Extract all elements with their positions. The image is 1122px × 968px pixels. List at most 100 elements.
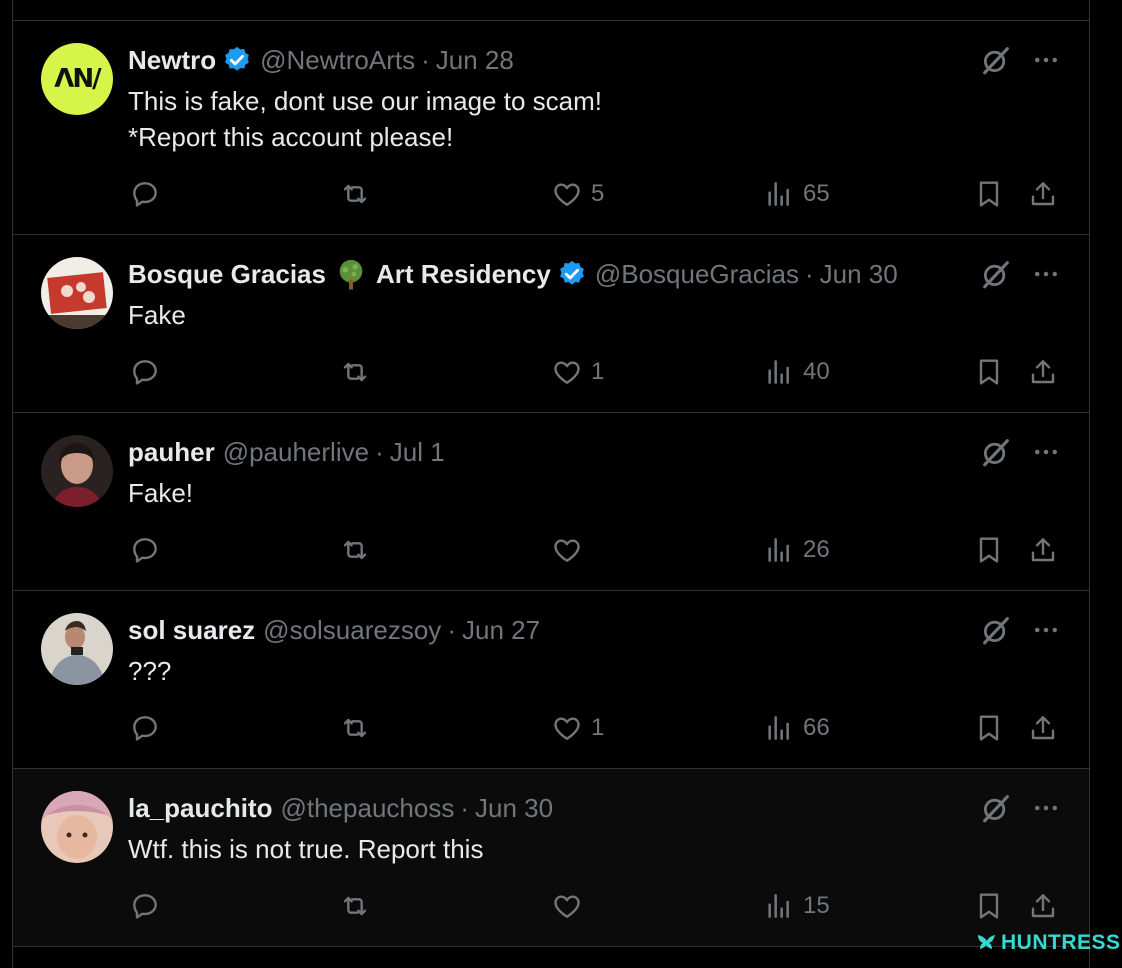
post-date[interactable]: Jun 27: [462, 615, 540, 646]
like-button[interactable]: [551, 533, 591, 567]
share-button[interactable]: [1027, 711, 1059, 745]
user-handle[interactable]: @BosqueGracias: [595, 259, 799, 290]
like-button[interactable]: 1: [551, 355, 604, 389]
view-count: 40: [803, 358, 830, 385]
bookmark-button[interactable]: [973, 177, 1005, 211]
more-icon[interactable]: [1031, 793, 1061, 823]
bookmark-icon: [973, 356, 1005, 388]
views-icon: [763, 890, 795, 922]
more-icon[interactable]: [1031, 437, 1061, 467]
heart-icon: [551, 178, 583, 210]
grok-icon[interactable]: [979, 435, 1013, 469]
views-icon: [763, 356, 795, 388]
repost-button[interactable]: [339, 533, 371, 567]
bookmark-icon: [973, 178, 1005, 210]
repost-button[interactable]: [339, 177, 371, 211]
reply-post-sol-suarez[interactable]: sol suarez @solsuarezsoy · Jun 27 ??? 1 …: [13, 591, 1089, 769]
reply-icon: [129, 356, 161, 388]
share-icon: [1027, 356, 1059, 388]
reply-icon: [129, 534, 161, 566]
bookmark-button[interactable]: [973, 889, 1005, 923]
views-button[interactable]: 40: [763, 355, 830, 389]
replies-feed: ΛN/ Newtro @NewtroArts · Jun 28 This is …: [12, 0, 1090, 968]
repost-icon: [339, 890, 371, 922]
like-count: 1: [591, 358, 605, 385]
reply-post-newtro[interactable]: ΛN/ Newtro @NewtroArts · Jun 28 This is …: [13, 21, 1089, 235]
display-name[interactable]: Bosque Gracias: [128, 259, 326, 290]
display-name[interactable]: Newtro: [128, 45, 216, 76]
reply-button[interactable]: [129, 711, 161, 745]
reply-post-pauher[interactable]: pauher @pauherlive · Jul 1 Fake! 26: [13, 413, 1089, 591]
post-date[interactable]: Jun 30: [475, 793, 553, 824]
repost-icon: [339, 356, 371, 388]
reply-button[interactable]: [129, 177, 161, 211]
post-text: ???: [128, 656, 172, 686]
views-button[interactable]: 65: [763, 177, 830, 211]
heart-icon: [551, 890, 583, 922]
views-button[interactable]: 15: [763, 889, 830, 923]
tree-emoji-icon: [339, 259, 363, 290]
like-button[interactable]: [551, 889, 591, 923]
share-button[interactable]: [1027, 889, 1059, 923]
heart-icon: [551, 356, 583, 388]
bookmark-icon: [973, 890, 1005, 922]
reply-icon: [129, 712, 161, 744]
post-date[interactable]: Jul 1: [390, 437, 445, 468]
repost-button[interactable]: [339, 355, 371, 389]
display-name-suffix[interactable]: Art Residency: [376, 259, 551, 290]
like-button[interactable]: 5: [551, 177, 604, 211]
more-icon[interactable]: [1031, 615, 1061, 645]
repost-button[interactable]: [339, 889, 371, 923]
avatar[interactable]: [41, 435, 113, 507]
display-name[interactable]: pauher: [128, 437, 215, 468]
like-button[interactable]: 1: [551, 711, 604, 745]
reply-button[interactable]: [129, 533, 161, 567]
view-count: 26: [803, 536, 830, 563]
reply-post-la-pauchito[interactable]: la_pauchito @thepauchoss · Jun 30 Wtf. t…: [13, 769, 1089, 947]
reply-button[interactable]: [129, 889, 161, 923]
post-date[interactable]: Jun 30: [820, 259, 898, 290]
post-text: Fake!: [128, 478, 194, 508]
huntress-logo-icon: [978, 935, 995, 949]
bookmark-button[interactable]: [973, 355, 1005, 389]
share-icon: [1027, 178, 1059, 210]
separator: ·: [421, 44, 430, 75]
view-count: 66: [803, 714, 830, 741]
user-handle[interactable]: @thepauchoss: [280, 793, 454, 824]
bookmark-button[interactable]: [973, 711, 1005, 745]
avatar[interactable]: [41, 791, 113, 863]
post-text: Fake: [128, 300, 186, 330]
post-header: Newtro @NewtroArts · Jun 28: [128, 42, 514, 78]
separator: ·: [375, 436, 384, 467]
more-icon[interactable]: [1031, 45, 1061, 75]
user-handle[interactable]: @solsuarezsoy: [263, 615, 441, 646]
grok-icon[interactable]: [979, 257, 1013, 291]
bookmark-button[interactable]: [973, 533, 1005, 567]
display-name[interactable]: la_pauchito: [128, 793, 272, 824]
display-name[interactable]: sol suarez: [128, 615, 255, 646]
grok-icon[interactable]: [979, 791, 1013, 825]
reply-button[interactable]: [129, 355, 161, 389]
share-button[interactable]: [1027, 177, 1059, 211]
verified-badge-icon: [222, 45, 252, 75]
user-handle[interactable]: @NewtroArts: [260, 45, 415, 76]
huntress-wordmark: HUNTRESS: [1001, 931, 1121, 954]
reply-post-bosque-gracias[interactable]: Bosque Gracias Art Residency @BosqueGrac…: [13, 235, 1089, 413]
more-icon[interactable]: [1031, 259, 1061, 289]
share-button[interactable]: [1027, 533, 1059, 567]
views-button[interactable]: 66: [763, 711, 830, 745]
avatar[interactable]: ΛN/: [41, 43, 113, 115]
avatar[interactable]: [41, 613, 113, 685]
share-button[interactable]: [1027, 355, 1059, 389]
post-date[interactable]: Jun 28: [436, 45, 514, 76]
repost-button[interactable]: [339, 711, 371, 745]
share-icon: [1027, 890, 1059, 922]
verified-badge-icon: [557, 259, 587, 289]
repost-icon: [339, 534, 371, 566]
grok-icon[interactable]: [979, 43, 1013, 77]
avatar[interactable]: [41, 257, 113, 329]
user-handle[interactable]: @pauherlive: [223, 437, 369, 468]
views-button[interactable]: 26: [763, 533, 830, 567]
grok-icon[interactable]: [979, 613, 1013, 647]
separator: ·: [447, 614, 456, 645]
